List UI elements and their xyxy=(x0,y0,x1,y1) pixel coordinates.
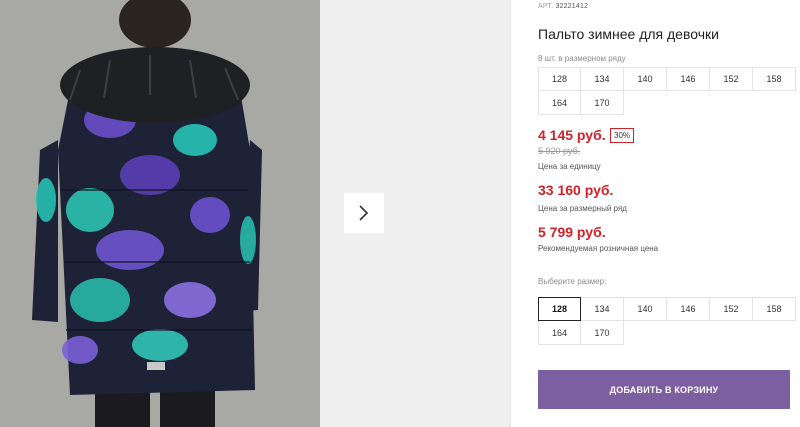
chevron-right-icon xyxy=(359,205,369,221)
article-label: АРТ. xyxy=(538,3,554,10)
retail-price-caption: Рекомендуемая розничная цена xyxy=(538,244,659,253)
size-range-cell: 152 xyxy=(710,67,753,91)
product-photo xyxy=(0,0,320,427)
unit-price: 4 145 руб. xyxy=(538,127,606,143)
add-to-cart-button[interactable]: ДОБАВИТЬ В КОРЗИНУ xyxy=(538,370,790,409)
discount-badge: 30% xyxy=(610,128,635,143)
size-picker: 128 134 140 146 152 158 164 170 xyxy=(538,297,796,345)
size-range-grid: 128 134 140 146 152 158 164 170 xyxy=(538,67,796,115)
retail-price: 5 799 руб. xyxy=(538,224,606,240)
size-option[interactable]: 158 xyxy=(753,297,796,321)
size-option[interactable]: 170 xyxy=(581,321,624,345)
unit-price-caption: Цена за единицу xyxy=(538,162,601,171)
next-photo-button[interactable] xyxy=(344,193,384,233)
sizes-count-note: 8 шт. в размерном ряду xyxy=(538,54,626,63)
size-option[interactable]: 164 xyxy=(538,321,581,345)
article-value: 32221412 xyxy=(555,3,589,10)
size-option[interactable]: 146 xyxy=(667,297,710,321)
size-option[interactable]: 152 xyxy=(710,297,753,321)
size-range-cell: 128 xyxy=(538,67,581,91)
size-range-cell: 158 xyxy=(753,67,796,91)
panel-divider xyxy=(510,0,511,427)
product-title: Пальто зимнее для девочки xyxy=(538,26,719,42)
old-price: 5 920 руб. xyxy=(538,146,581,156)
size-range-cell: 164 xyxy=(538,91,581,115)
size-range-cell: 134 xyxy=(581,67,624,91)
size-option[interactable]: 140 xyxy=(624,297,667,321)
size-range-cell: 170 xyxy=(581,91,624,115)
choose-size-label: Выберите размер: xyxy=(538,277,607,286)
size-range-cell: 146 xyxy=(667,67,710,91)
size-range-cell: 140 xyxy=(624,67,667,91)
row-price-caption: Цена за размерный ряд xyxy=(538,204,627,213)
size-option-selected[interactable]: 128 xyxy=(538,297,581,321)
row-price: 33 160 руб. xyxy=(538,182,614,198)
article-number: АРТ. 32221412 xyxy=(538,3,588,10)
size-option[interactable]: 134 xyxy=(581,297,624,321)
product-gallery xyxy=(0,0,510,427)
